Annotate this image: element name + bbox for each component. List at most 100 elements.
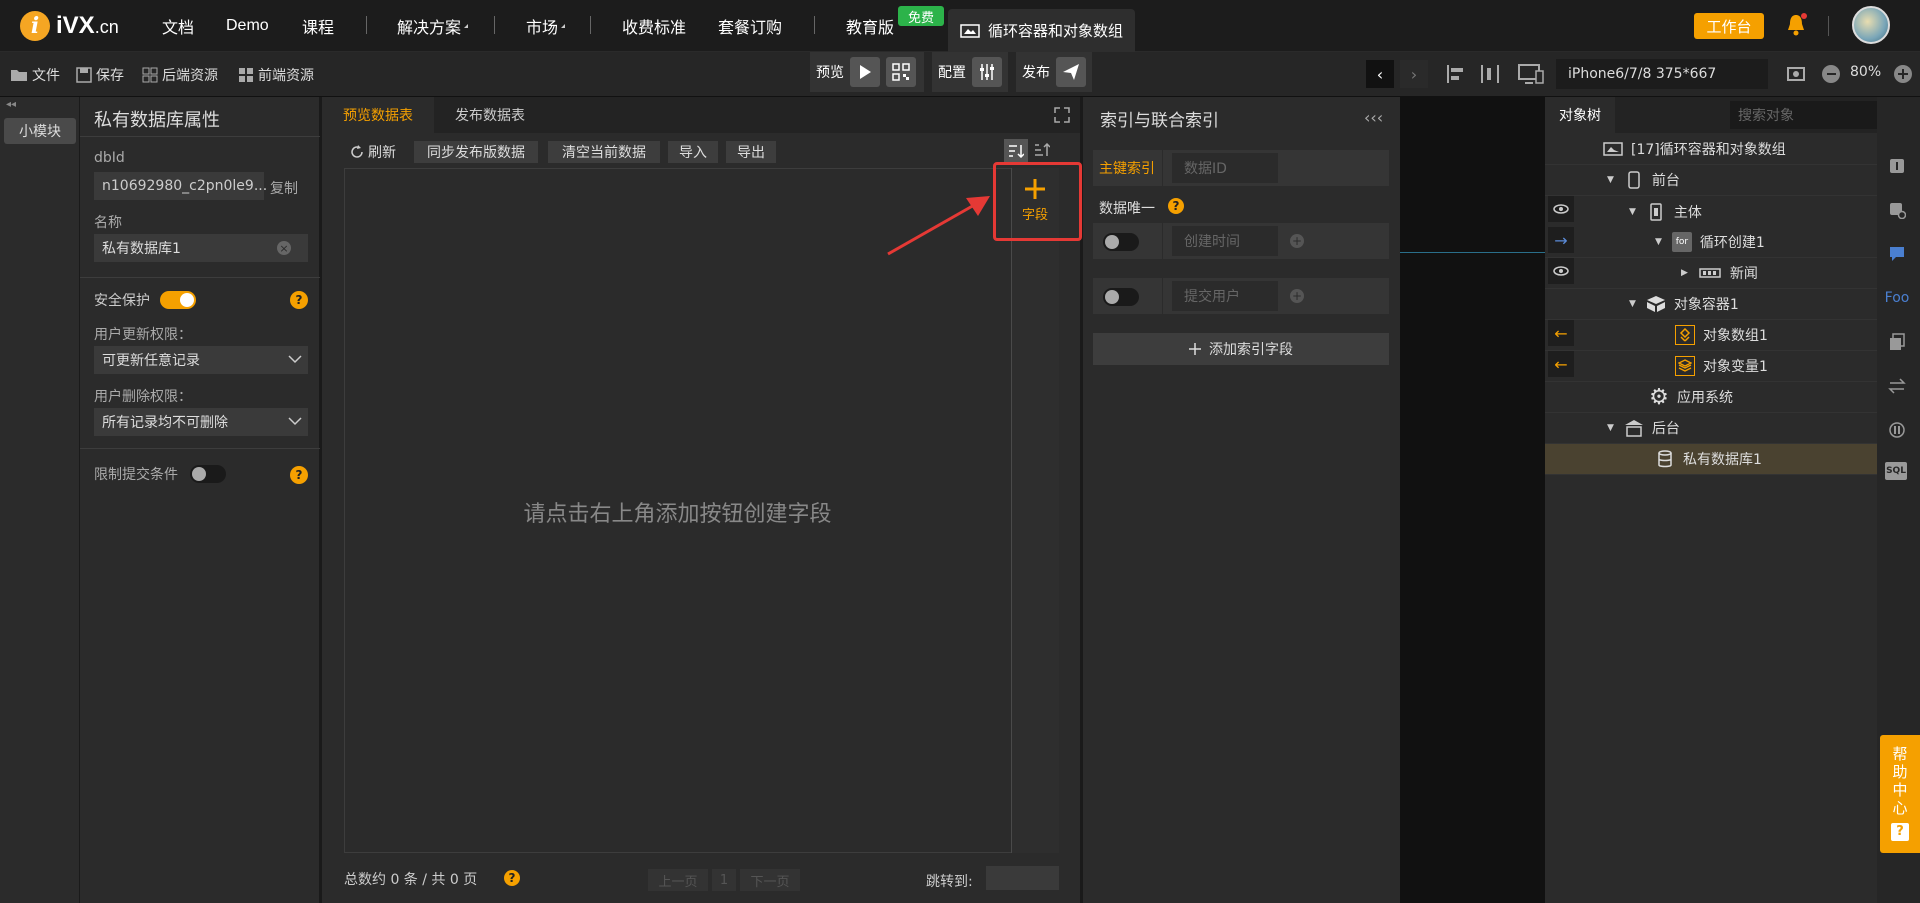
submit-user-field[interactable]: 提交用户 bbox=[1172, 281, 1278, 311]
add-icon[interactable]: + bbox=[1290, 234, 1304, 248]
nav-divider bbox=[494, 16, 495, 34]
backend-resources-button[interactable]: 后端资源 bbox=[142, 52, 218, 97]
small-module-button[interactable]: 小模块 bbox=[4, 118, 76, 144]
nav-solutions[interactable]: 解决方案 bbox=[397, 0, 469, 52]
tab-publish-table[interactable]: 发布数据表 bbox=[434, 97, 546, 133]
folder-icon bbox=[11, 69, 27, 81]
nav-course[interactable]: 课程 bbox=[302, 0, 334, 52]
add-index-field-button[interactable]: 添加索引字段 bbox=[1093, 333, 1389, 365]
unique-toggle-1[interactable] bbox=[1103, 233, 1139, 251]
ivx-logo[interactable]: i iVX.cn bbox=[20, 8, 119, 44]
nav-pricing[interactable]: 收费标准 bbox=[622, 0, 686, 52]
frontend-resources-button[interactable]: 前端资源 bbox=[238, 52, 314, 97]
back-button[interactable]: ‹ bbox=[1366, 60, 1394, 88]
sort-desc-icon[interactable] bbox=[1004, 139, 1028, 163]
copy-button[interactable]: 复制 bbox=[270, 178, 298, 198]
expand-right-icon[interactable]: ▶ bbox=[1681, 268, 1688, 278]
play-button[interactable] bbox=[850, 57, 880, 87]
limit-submit-toggle[interactable] bbox=[190, 465, 226, 483]
nav-market[interactable]: 市场 bbox=[526, 0, 566, 52]
nav-demo[interactable]: Demo bbox=[226, 0, 269, 52]
collapse-left-icon[interactable]: ‹‹‹ bbox=[1364, 108, 1383, 127]
qr-preview-button[interactable] bbox=[886, 57, 916, 87]
expand-icon[interactable]: ▼ bbox=[1629, 207, 1636, 217]
next-page-button[interactable]: 下一页 bbox=[740, 869, 800, 891]
expand-icon[interactable]: ▼ bbox=[1607, 175, 1614, 185]
expand-icon[interactable]: ▼ bbox=[1629, 299, 1636, 309]
help-center-button[interactable]: 帮助中心 ? bbox=[1880, 735, 1920, 853]
screenshot-icon[interactable] bbox=[1786, 64, 1806, 88]
copy-icon[interactable] bbox=[1885, 330, 1909, 354]
name-field[interactable]: 私有数据库1 bbox=[94, 234, 308, 262]
safe-protect-toggle[interactable] bbox=[160, 291, 196, 309]
distribute-icon[interactable] bbox=[1480, 63, 1500, 89]
avatar[interactable] bbox=[1852, 6, 1890, 44]
record-icon[interactable] bbox=[1885, 418, 1909, 442]
help-icon[interactable]: ? bbox=[504, 870, 520, 886]
help-icon[interactable]: ? bbox=[290, 291, 308, 309]
document-tab[interactable]: 循环容器和对象数组 bbox=[948, 9, 1135, 52]
update-permission-select[interactable]: 可更新任意记录 bbox=[94, 346, 308, 374]
jump-input[interactable] bbox=[986, 866, 1059, 890]
tree-row-news[interactable]: ▶ 新闻 bbox=[1545, 258, 1877, 289]
zoom-in-button[interactable] bbox=[1894, 65, 1912, 83]
publish-button[interactable] bbox=[1056, 57, 1086, 87]
save-button[interactable]: 保存 bbox=[76, 52, 124, 97]
collapse-icon[interactable]: ◂◂ bbox=[6, 99, 16, 110]
prev-page-button[interactable]: 上一页 bbox=[648, 869, 708, 891]
tree-row-object-array[interactable]: 对象数组1 bbox=[1545, 320, 1877, 351]
refresh-button[interactable]: 刷新 bbox=[350, 141, 396, 163]
settings-icon[interactable] bbox=[1885, 198, 1909, 222]
dbid-field[interactable]: n10692980_c2pn0le9... bbox=[94, 172, 267, 200]
swap-icon[interactable] bbox=[1885, 374, 1909, 398]
clear-data-button[interactable]: 清空当前数据 bbox=[548, 141, 660, 163]
file-menu[interactable]: 文件 bbox=[10, 52, 60, 97]
info-icon[interactable] bbox=[1885, 154, 1909, 178]
tree-row-backend[interactable]: ▼ 后台 bbox=[1545, 413, 1877, 444]
tree-row-app-system[interactable]: ⚙ 应用系统 bbox=[1545, 382, 1877, 413]
tree-row-loop[interactable]: ▼ for 循环创建1 bbox=[1545, 227, 1877, 258]
delete-permission-select[interactable]: 所有记录均不可删除 bbox=[94, 408, 308, 436]
created-time-field[interactable]: 创建时间 bbox=[1172, 226, 1278, 256]
dbid-label: dbId bbox=[94, 150, 125, 166]
device-select[interactable]: iPhone6/7/8 375*667 bbox=[1556, 59, 1768, 89]
zoom-out-button[interactable] bbox=[1822, 65, 1840, 83]
import-button[interactable]: 导入 bbox=[668, 141, 718, 163]
chat-icon[interactable] bbox=[1885, 242, 1909, 266]
workbench-button[interactable]: 工作台 bbox=[1694, 13, 1764, 39]
expand-icon[interactable]: ▼ bbox=[1607, 423, 1614, 433]
export-button[interactable]: 导出 bbox=[726, 141, 776, 163]
tree-row-container[interactable]: ▼ 对象容器1 bbox=[1545, 289, 1877, 320]
object-search-input[interactable]: 搜索对象 bbox=[1730, 101, 1890, 129]
fullscreen-icon[interactable] bbox=[1054, 107, 1070, 127]
clear-icon[interactable]: × bbox=[277, 241, 291, 255]
tab-preview-table[interactable]: 预览数据表 bbox=[322, 97, 434, 133]
help-icon[interactable]: ? bbox=[290, 466, 308, 484]
body-icon bbox=[1646, 202, 1666, 222]
tab-object-tree[interactable]: 对象树 bbox=[1545, 97, 1615, 133]
tree-row-body[interactable]: ▼ 主体 bbox=[1545, 196, 1877, 227]
help-icon[interactable]: ? bbox=[1168, 198, 1184, 214]
align-left-icon[interactable] bbox=[1446, 63, 1466, 89]
primary-index-field[interactable]: 数据ID bbox=[1172, 153, 1278, 183]
publish-group: 发布 bbox=[1016, 52, 1092, 92]
expand-icon[interactable]: ▼ bbox=[1655, 237, 1662, 247]
add-icon[interactable]: + bbox=[1290, 289, 1304, 303]
bell-icon[interactable] bbox=[1784, 12, 1808, 38]
forward-button[interactable]: › bbox=[1400, 60, 1428, 88]
nav-docs[interactable]: 文档 bbox=[162, 0, 194, 52]
tree-row-root[interactable]: [17]循环容器和对象数组 bbox=[1545, 134, 1877, 165]
device-icon[interactable] bbox=[1518, 63, 1544, 89]
function-icon[interactable]: Foo bbox=[1885, 286, 1910, 310]
nav-education[interactable]: 教育版 bbox=[846, 0, 894, 52]
tree-row-frontend[interactable]: ▼ 前台 bbox=[1545, 165, 1877, 196]
sql-icon[interactable]: SQL bbox=[1885, 462, 1907, 480]
config-button[interactable] bbox=[972, 57, 1002, 87]
page-number[interactable]: 1 bbox=[712, 869, 736, 891]
sync-publish-data-button[interactable]: 同步发布版数据 bbox=[414, 141, 538, 163]
tree-row-private-db[interactable]: 私有数据库1 bbox=[1545, 444, 1877, 475]
tree-row-object-variable[interactable]: 对象变量1 bbox=[1545, 351, 1877, 382]
sort-asc-icon[interactable] bbox=[1034, 142, 1051, 161]
unique-toggle-2[interactable] bbox=[1103, 288, 1139, 306]
nav-packages[interactable]: 套餐订购 bbox=[718, 0, 782, 52]
